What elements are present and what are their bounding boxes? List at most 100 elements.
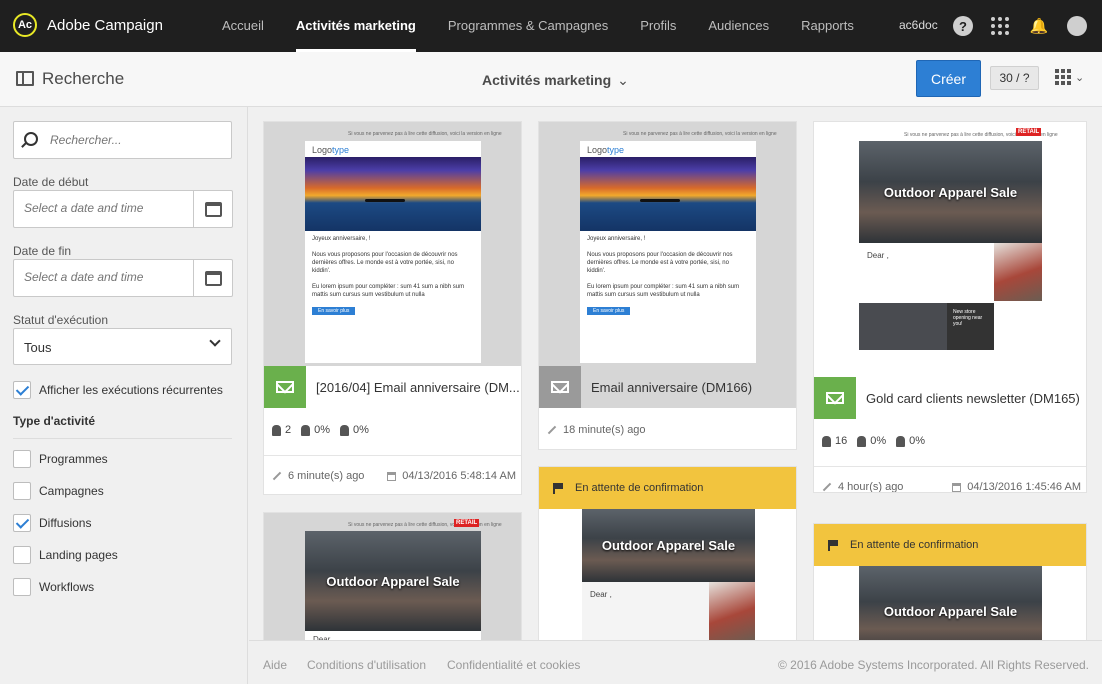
search-input[interactable]	[50, 130, 220, 150]
retail-logo: RETAIL	[454, 519, 480, 527]
diffusions-checkbox[interactable]	[13, 514, 31, 532]
nav-item-rapports[interactable]: Rapports	[785, 0, 870, 52]
email-dear: Dear ,	[305, 631, 481, 640]
card-meta: 18 minute(s) ago	[539, 410, 796, 449]
card-stats: 16 0% 0%	[822, 435, 925, 447]
card-meta: 6 minute(s) ago 04/13/2016 5:48:14 AM	[264, 455, 521, 494]
type-checkbox-row[interactable]: Landing pages	[13, 546, 118, 564]
sale-banner-text: Outdoor Apparel Sale	[305, 531, 481, 631]
landing-pages-checkbox[interactable]	[13, 546, 31, 564]
type-checkbox-row[interactable]: Diffusions	[13, 514, 91, 532]
status-value: Tous	[24, 340, 52, 355]
activity-card[interactable]: Si vous ne parvenez pas à lire cette dif…	[813, 121, 1087, 493]
start-date-label: Date de début	[13, 175, 89, 189]
store-banner: Outdoor Apparel Sale	[305, 531, 481, 631]
type-checkbox-row[interactable]: Workflows	[13, 578, 94, 596]
click-rate-icon	[340, 424, 350, 436]
help-link[interactable]: Aide	[263, 658, 287, 672]
nav-item-audiences[interactable]: Audiences	[692, 0, 785, 52]
workflows-checkbox[interactable]	[13, 578, 31, 596]
email-preview: Si vous ne parvenez pas à lire cette dif…	[264, 513, 521, 640]
card-title-bar: Gold card clients newsletter (DM165)	[814, 377, 1086, 419]
grid-view-icon	[1055, 69, 1071, 85]
activity-card-grid: Si vous ne parvenez pas à lire cette dif…	[249, 107, 1102, 640]
retail-logo: RETAIL	[1016, 128, 1042, 136]
email-body: Nous vous proposons pour l'occasion de d…	[587, 252, 733, 274]
notification-bell-icon[interactable]: 🔔	[1029, 16, 1049, 36]
card-title-bar: Email anniversaire (DM166)	[539, 366, 796, 408]
model-photo	[709, 582, 755, 640]
card-title[interactable]: [2016/04] Email anniversaire (DM...	[316, 380, 520, 395]
layout-toggle[interactable]: ⌄	[1055, 69, 1084, 85]
terms-link[interactable]: Conditions d'utilisation	[307, 658, 426, 672]
email-preview: Si vous ne parvenez pas à lire cette dif…	[814, 122, 1086, 377]
adobe-campaign-logo-icon: Ac	[13, 13, 37, 37]
type-label: Diffusions	[39, 516, 92, 530]
activity-card[interactable]: En attente de confirmation Outdoor Appar…	[813, 523, 1087, 640]
activity-card[interactable]: Si vous ne parvenez pas à lire cette dif…	[538, 121, 797, 450]
activity-card[interactable]: Si vous ne parvenez pas à lire cette dif…	[263, 512, 522, 640]
card-meta: 4 hour(s) ago 04/13/2016 1:45:46 AM	[814, 466, 1086, 492]
end-date-calendar-button[interactable]	[193, 260, 232, 296]
end-date-input[interactable]	[24, 270, 184, 284]
email-list: Eu lorem ipsum pour compléter : sum 41 s…	[587, 284, 740, 298]
toggle-panel-icon[interactable]	[16, 71, 34, 86]
calendar-icon	[204, 270, 222, 286]
recurrent-checkbox[interactable]	[13, 381, 31, 399]
app-grid-icon[interactable]	[990, 16, 1010, 36]
create-button[interactable]: Créer	[916, 60, 981, 97]
flag-icon	[828, 539, 838, 551]
chevron-down-icon	[209, 335, 221, 347]
email-logo: Logotype	[312, 145, 350, 155]
avatar[interactable]	[1067, 16, 1087, 36]
start-date-input[interactable]	[24, 201, 184, 215]
new-store-text: New store opening near you!	[947, 303, 994, 350]
view-selector[interactable]: Activités marketing ⌄	[482, 72, 629, 89]
calendar-icon	[204, 201, 222, 217]
activity-type-title: Type d'activité	[13, 414, 95, 428]
pending-label: En attente de confirmation	[575, 482, 704, 494]
campagnes-checkbox[interactable]	[13, 482, 31, 500]
activity-card[interactable]: Si vous ne parvenez pas à lire cette dif…	[263, 121, 522, 495]
store-banner: Outdoor Apparel Sale	[859, 141, 1042, 243]
end-date-field[interactable]	[13, 259, 233, 297]
nav-item-profils[interactable]: Profils	[624, 0, 692, 52]
type-checkbox-row[interactable]: Programmes	[13, 450, 108, 468]
help-icon[interactable]: ?	[953, 16, 973, 36]
pencil-icon	[822, 482, 832, 492]
sunset-image	[580, 157, 756, 231]
programmes-checkbox[interactable]	[13, 450, 31, 468]
activity-card[interactable]: En attente de confirmation Outdoor Appar…	[538, 466, 797, 640]
top-navigation-bar: Ac Adobe Campaign Accueil Activités mark…	[0, 0, 1102, 52]
nav-item-programmes-campagnes[interactable]: Programmes & Campagnes	[432, 0, 624, 52]
status-select[interactable]: Tous	[13, 328, 232, 365]
status-label: Statut d'exécution	[13, 313, 109, 327]
open-rate-icon	[301, 424, 311, 436]
email-cta: En savoir plus	[587, 307, 631, 315]
pending-label: En attente de confirmation	[850, 539, 979, 551]
email-preview: Outdoor Apparel Sale Dear ,	[539, 509, 796, 640]
app-name: Adobe Campaign	[47, 16, 163, 34]
start-date-calendar-button[interactable]	[193, 191, 232, 227]
recurrent-checkbox-row[interactable]: Afficher les exécutions récurrentes	[13, 381, 223, 399]
email-logo: Logotype	[587, 145, 625, 155]
type-checkbox-row[interactable]: Campagnes	[13, 482, 104, 500]
card-title[interactable]: Gold card clients newsletter (DM165)	[866, 391, 1080, 406]
privacy-link[interactable]: Confidentialité et cookies	[447, 658, 580, 672]
email-greeting: Joyeux anniversaire, !	[312, 236, 371, 242]
nav-item-activites-marketing[interactable]: Activités marketing	[280, 0, 432, 52]
pencil-icon	[547, 425, 557, 435]
card-title[interactable]: Email anniversaire (DM166)	[591, 380, 752, 395]
start-date-field[interactable]	[13, 190, 233, 228]
filter-sidebar: Date de début Date de fin Statut d'exécu…	[0, 107, 248, 684]
search-box[interactable]	[13, 121, 232, 159]
email-preview: Outdoor Apparel Sale	[814, 566, 1086, 640]
search-icon	[24, 132, 38, 146]
email-delivery-icon	[814, 377, 856, 419]
nav-item-accueil[interactable]: Accueil	[206, 0, 280, 52]
chevron-down-icon: ⌄	[617, 72, 629, 88]
model-photo	[994, 243, 1042, 301]
brand[interactable]: Ac Adobe Campaign	[13, 13, 163, 37]
user-name[interactable]: ac6doc	[899, 18, 938, 32]
calendar-icon	[952, 482, 962, 492]
